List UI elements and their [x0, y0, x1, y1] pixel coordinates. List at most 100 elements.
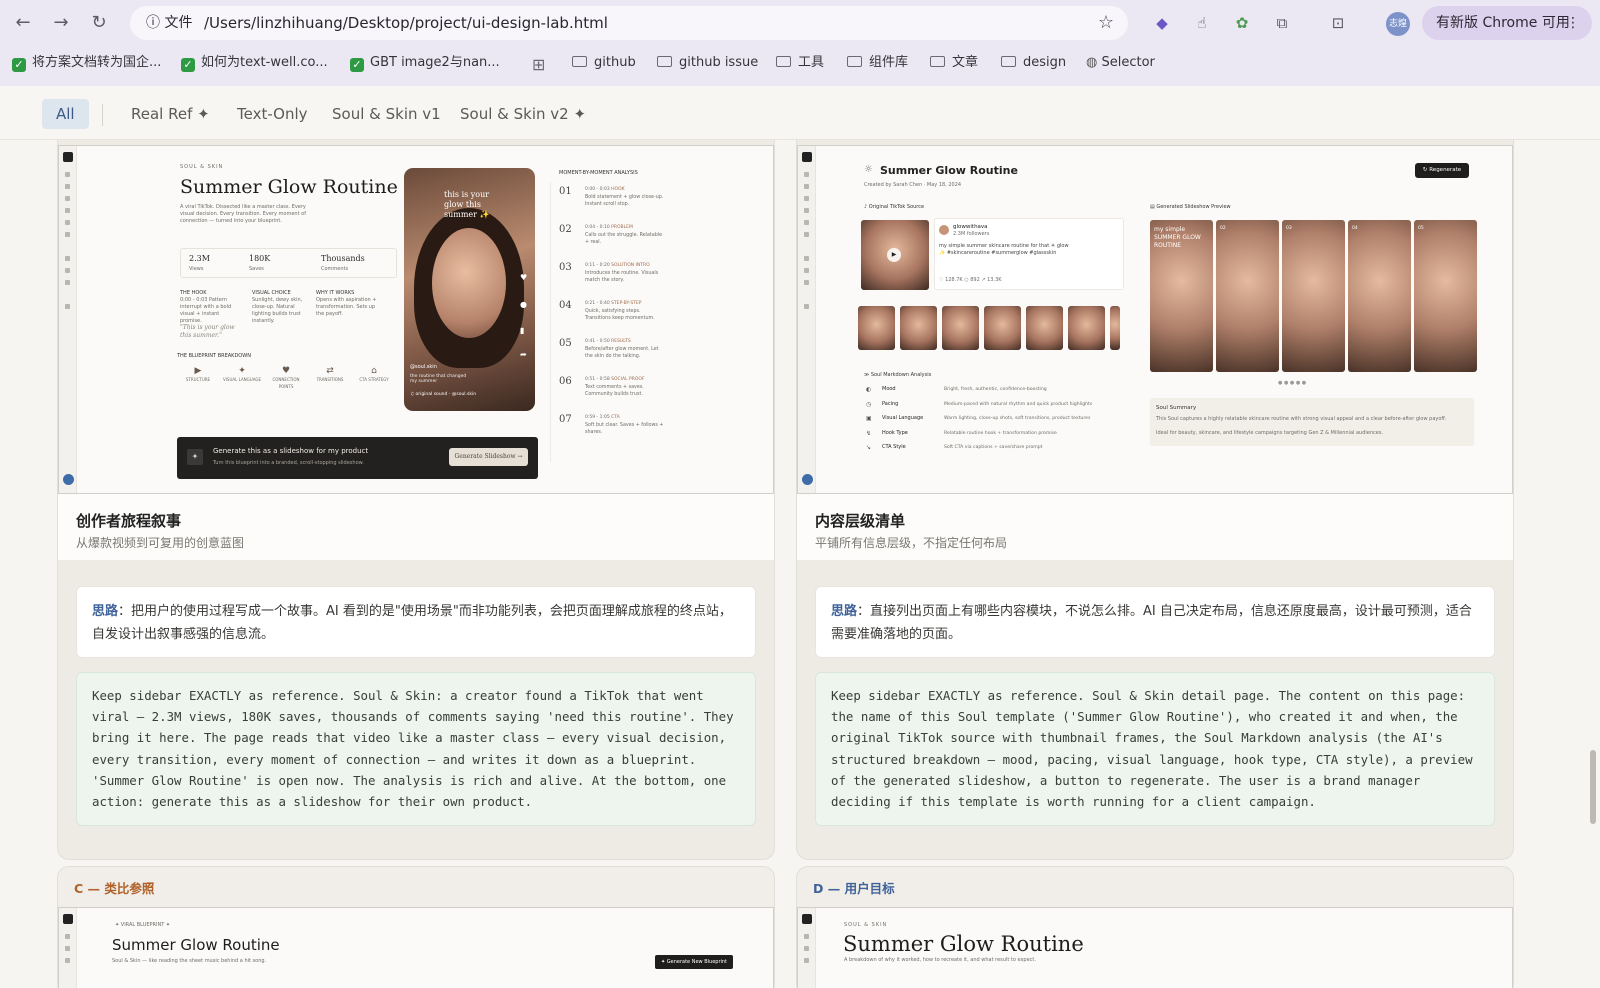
slideshow-slide[interactable]: 05	[1414, 220, 1477, 372]
extensions-icon[interactable]: ⧉	[1270, 11, 1294, 35]
video-frame-thumbnail[interactable]	[984, 306, 1021, 350]
source-label: ♪ Original TikTok Source	[864, 204, 925, 210]
bookmark-item[interactable]: ✓ 将方案文档转为国企...	[12, 51, 161, 75]
generate-slideshow-button[interactable]: Generate Slideshow →	[449, 448, 528, 466]
phone-share-icon: ➦	[520, 350, 527, 359]
source-label-text: Original TikTok Source	[868, 204, 925, 210]
regenerate-button[interactable]: ↻ Regenerate	[1415, 163, 1469, 178]
video-frame-thumbnail[interactable]	[1068, 306, 1105, 350]
slideshow-slide[interactable]: 03	[1282, 220, 1345, 372]
phone-heart-icon: ♥	[520, 273, 528, 282]
mockup-screenshot-c[interactable]: ✦ VIRAL BLUEPRINT ✦ Summer Glow Routine …	[58, 907, 774, 988]
source-video-thumbnail[interactable]: ▶	[861, 220, 929, 290]
play-icon[interactable]: ▶	[887, 248, 901, 262]
filter-soul-skin-v2[interactable]: Soul & Skin v2 ✦	[460, 99, 586, 129]
page-scrollbar[interactable]	[1590, 750, 1596, 824]
mock-avatar	[63, 474, 74, 485]
variant-card-b: ☼ Summer Glow Routine Created by Sarah C…	[796, 140, 1514, 860]
extension-hand-icon[interactable]: ☝	[1190, 11, 1214, 35]
col-text: Opens with aspiration + transformation. …	[316, 297, 377, 317]
slide-label: my simple SUMMER GLOW ROUTINE	[1154, 226, 1201, 249]
globe-icon: ◍	[1086, 55, 1102, 70]
more-menu-icon[interactable]: ⋮	[1566, 6, 1580, 40]
card-title: 创作者旅程叙事	[76, 512, 182, 530]
sparkle-icon: ✦	[187, 449, 203, 465]
bookmark-star-icon[interactable]: ☆	[1098, 6, 1114, 40]
moment-text: Introduces the routine. Visuals match th…	[585, 271, 659, 283]
filter-divider	[102, 104, 103, 126]
bookmark-item[interactable]: 工具	[776, 51, 824, 75]
analysis-key: Hook Type	[882, 429, 908, 436]
blueprint-label: TRANSITIONS	[316, 377, 344, 382]
analysis-label: ≫ Soul Markdown Analysis	[864, 372, 932, 378]
summary-text: Ideal for beauty, skincare, and lifestyl…	[1156, 430, 1384, 436]
card-subtitle: 从爆款视频到可复用的创意蓝图	[76, 536, 245, 550]
bookmark-item[interactable]: design	[1001, 51, 1066, 75]
mock-sidebar	[59, 146, 77, 493]
mockup-screenshot-a[interactable]: SOUL & SKIN Summer Glow Routine A viral …	[58, 145, 774, 494]
blueprint-item: ✦ VISUAL LANGUAGE	[221, 366, 263, 383]
tab-search-icon[interactable]: ⊡	[1326, 11, 1350, 35]
analysis-row-icon: ◷	[866, 400, 872, 408]
folder-icon	[776, 56, 791, 67]
video-frame-thumbnail[interactable]	[900, 306, 937, 350]
bookmark-item[interactable]: 组件库	[847, 51, 908, 75]
url-text[interactable]: /Users/linzhihuang/Desktop/project/ui-de…	[204, 6, 608, 40]
moment-time-text: 0:51 - 0:58	[585, 377, 610, 382]
extension-diamond-icon[interactable]: ◆	[1150, 11, 1174, 35]
bookmark-item[interactable]: ◍ Selector	[1086, 51, 1155, 75]
back-icon[interactable]: ←	[10, 10, 36, 36]
apps-grid-icon[interactable]: ⊞	[532, 55, 545, 74]
reload-icon[interactable]: ↻	[86, 10, 112, 36]
analysis-value: Bright, fresh, authentic, confidence-boo…	[944, 387, 1047, 392]
analysis-row-icon: ↯	[866, 429, 872, 437]
bookmark-item[interactable]: github issue	[657, 51, 758, 75]
slide-label: 05	[1418, 226, 1424, 231]
moment-text: Text comments + saves. Community builds …	[585, 385, 644, 397]
extension-puzzle-color-icon[interactable]: ✿	[1230, 11, 1254, 35]
carousel-dots[interactable]: ● ● ● ● ●	[1278, 380, 1306, 386]
mockup-screenshot-b[interactable]: ☼ Summer Glow Routine Created by Sarah C…	[797, 145, 1513, 494]
moment-time-text: 0:04 - 0:10	[585, 225, 610, 230]
mock-badge: ✦ VIRAL BLUEPRINT ✦	[115, 922, 171, 928]
bookmark-item[interactable]: 文章	[930, 51, 978, 75]
filter-real-ref[interactable]: Real Ref ✦	[131, 99, 210, 129]
prompt-text[interactable]: Keep sidebar EXACTLY as reference. Soul …	[76, 672, 756, 826]
filter-soul-skin-v1[interactable]: Soul & Skin v1	[332, 99, 441, 129]
blueprint-label: CONNECTION POINTS	[272, 377, 300, 389]
address-bar[interactable]: ⓘ 文件 /Users/linzhihuang/Desktop/project/…	[130, 6, 1128, 40]
moment-tag: CTA	[611, 415, 620, 420]
slideshow-slide[interactable]: 02	[1216, 220, 1279, 372]
video-frame-thumbnail[interactable]	[1026, 306, 1063, 350]
phone-user: @soul.skin	[410, 364, 437, 370]
profile-avatar[interactable]: 志煌	[1386, 12, 1410, 36]
mockup-screenshot-d[interactable]: SOUL & SKIN Summer Glow Routine A breakd…	[797, 907, 1513, 988]
post-caption: my simple summer skincare routine for th…	[939, 243, 1069, 256]
site-info-chip[interactable]: ⓘ 文件	[138, 11, 200, 35]
phone-caption: this is your glow this summer ✨	[444, 190, 490, 219]
moment-text: Soft but clear. Saves + follows + shares…	[585, 423, 664, 435]
prompt-text[interactable]: Keep sidebar EXACTLY as reference. Soul …	[815, 672, 1495, 826]
generate-blueprint-button[interactable]: ✦ Generate New Blueprint	[655, 955, 733, 969]
filter-all[interactable]: All	[42, 99, 89, 129]
blueprint-icon: ✦	[238, 366, 246, 376]
cta-sub: Turn this blueprint into a branded, scro…	[213, 460, 364, 466]
chrome-update-button[interactable]: 有新版 Chrome 可用 ⋮	[1422, 6, 1592, 40]
video-frame-thumbnail[interactable]	[1110, 306, 1120, 350]
card-subtitle: 平铺所有信息层级，不指定任何布局	[815, 536, 1008, 550]
bookmark-item[interactable]: github	[572, 51, 636, 75]
moment-time: 0:00 - 0:03 HOOK	[585, 186, 625, 193]
phone-sub: the routine that changed my summer	[410, 374, 467, 384]
video-frame-thumbnail[interactable]	[858, 306, 895, 350]
mock-phone-video[interactable]: this is your glow this summer ✨ ♥ ● ▮ ➦ …	[404, 168, 535, 411]
folder-icon	[847, 56, 862, 67]
filter-text-only[interactable]: Text-Only	[237, 99, 308, 129]
moment-text: Calls out the struggle. Relatable + real…	[585, 233, 663, 245]
soul-summary: Soul Summary This Soul captures a highly…	[1150, 398, 1474, 446]
slideshow-slide[interactable]: my simple SUMMER GLOW ROUTINE	[1150, 220, 1213, 372]
bookmark-item[interactable]: ✓ 如何为text-well.co...	[181, 51, 328, 75]
slideshow-slide[interactable]: 04	[1348, 220, 1411, 372]
bookmark-item[interactable]: ✓ GBT image2与nan...	[350, 51, 500, 75]
forward-icon[interactable]: →	[48, 10, 74, 36]
video-frame-thumbnail[interactable]	[942, 306, 979, 350]
